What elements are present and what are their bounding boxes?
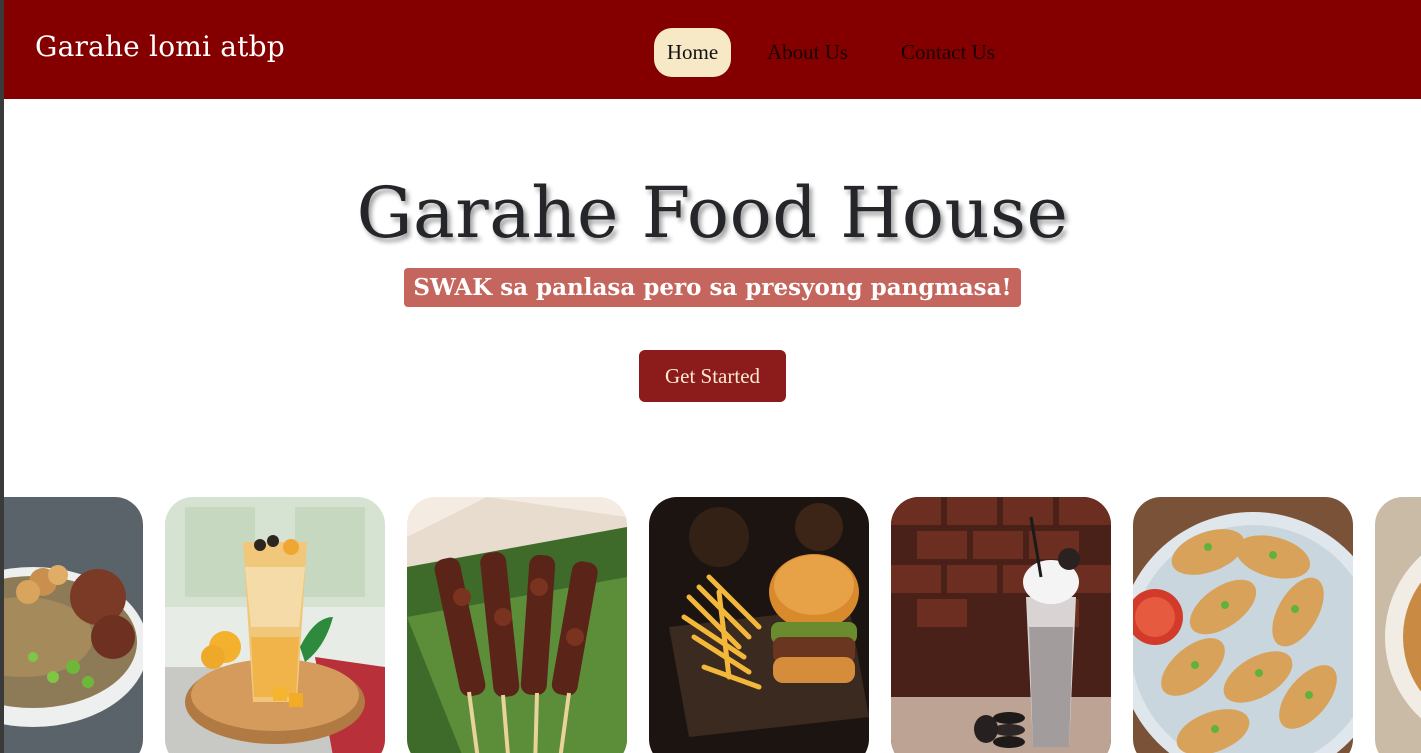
food-carousel[interactable] xyxy=(4,497,1421,753)
get-started-button[interactable]: Get Started xyxy=(639,350,786,402)
navbar: Garahe lomi atbp Home About Us Contact U… xyxy=(4,0,1421,99)
nav-home[interactable]: Home xyxy=(654,28,731,77)
page: Garahe lomi atbp Home About Us Contact U… xyxy=(4,0,1421,753)
burger-fries-image xyxy=(649,497,869,753)
cookies-cream-shake-image xyxy=(891,497,1111,753)
nav-contact-us[interactable]: Contact Us xyxy=(901,28,995,77)
brand-logo-text[interactable]: Garahe lomi atbp xyxy=(35,30,285,63)
tagline-wrapper: SWAK sa panlasa pero sa presyong pangmas… xyxy=(4,268,1421,307)
nav-about-us[interactable]: About Us xyxy=(767,28,848,77)
hero-tagline: SWAK sa panlasa pero sa presyong pangmas… xyxy=(404,268,1021,307)
hero-title: Garahe Food House xyxy=(356,172,1069,254)
dumplings-image xyxy=(1133,497,1353,753)
pork-barbecue-image xyxy=(407,497,627,753)
mango-shake-image xyxy=(165,497,385,753)
soup-bowl-image xyxy=(1375,497,1421,753)
lomi-bowl-image xyxy=(4,497,143,753)
